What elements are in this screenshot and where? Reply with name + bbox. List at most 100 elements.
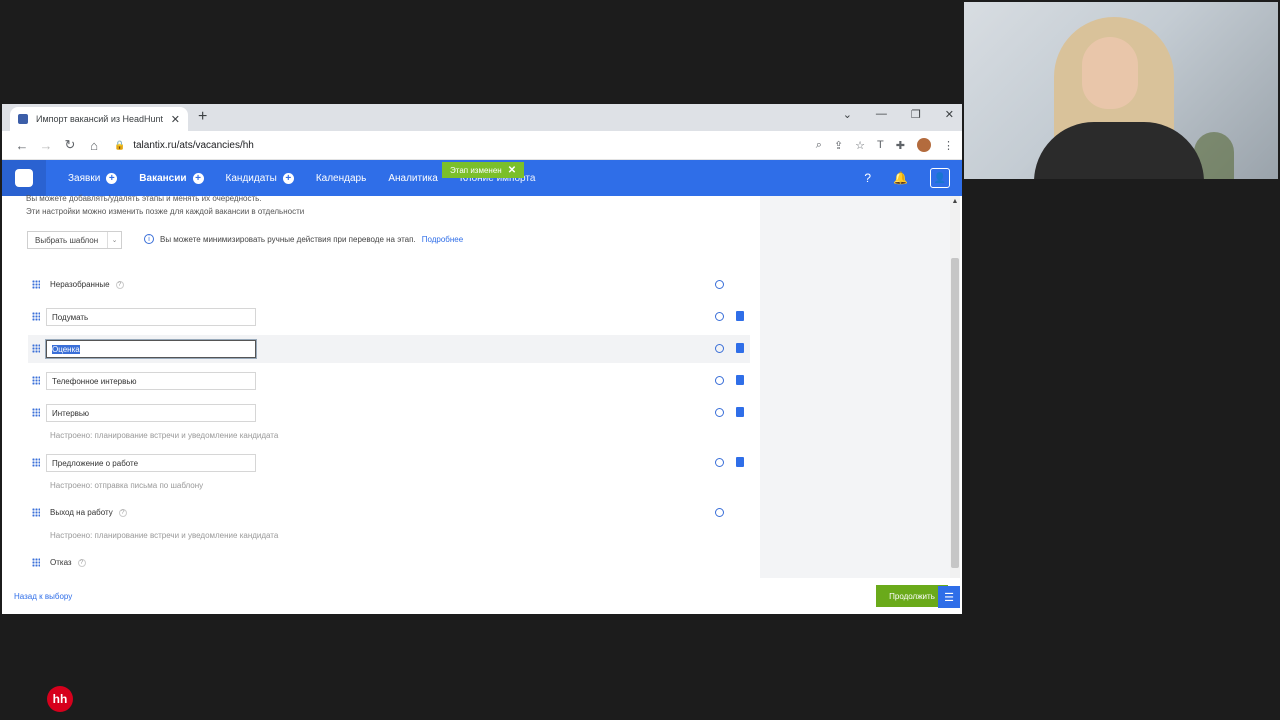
tab-bar: Импорт вакансий из HeadHunt ✕ + ⌄ — ❐ ✕ <box>2 104 962 131</box>
share-icon[interactable]: ⇪ <box>834 139 843 152</box>
extension-icons: ⌕ ⇪ ☆ T ✚ ⋮ <box>816 138 954 152</box>
plus-icon[interactable]: + <box>192 172 204 184</box>
lock-icon: 🔒 <box>114 139 126 150</box>
drag-handle-icon[interactable] <box>32 408 40 417</box>
help-icon[interactable]: ? <box>864 171 871 185</box>
info-hint: i Вы можете минимизировать ручные действ… <box>144 234 463 244</box>
stage-label: Неразобранные <box>50 280 110 289</box>
drag-handle-icon[interactable] <box>32 508 40 517</box>
selected-text: Оценка <box>52 344 80 354</box>
stage-configured-note: Настроено: планирование встречи и уведом… <box>50 431 279 440</box>
plus-icon[interactable]: + <box>282 172 294 184</box>
url-text: talantix.ru/ats/vacancies/hh <box>133 139 254 151</box>
help-question-icon[interactable]: ? <box>115 280 124 289</box>
screen: Импорт вакансий из HeadHunt ✕ + ⌄ — ❐ ✕ … <box>0 0 1280 720</box>
close-tab-icon[interactable]: ✕ <box>171 113 180 126</box>
drag-handle-icon[interactable] <box>32 312 40 321</box>
intro-text: Вы можете добавлять/удалять этапы и меня… <box>26 194 305 216</box>
zoom-icon[interactable]: ⌕ <box>816 139 822 152</box>
new-tab-button[interactable]: + <box>198 108 207 126</box>
profile-avatar[interactable] <box>917 138 931 152</box>
browser-tab[interactable]: Импорт вакансий из HeadHunt ✕ <box>10 107 188 131</box>
toast-notification: Этап изменен ✕ <box>442 162 525 178</box>
back-arrow-icon[interactable]: ← <box>10 138 34 153</box>
gear-icon[interactable] <box>715 344 724 353</box>
trash-icon[interactable] <box>736 407 744 417</box>
sliders-icon[interactable]: ☰ <box>938 586 960 608</box>
stage-row-think <box>28 303 750 331</box>
window-controls: ⌄ — ❐ ✕ <box>843 108 954 121</box>
talantix-favicon-icon <box>18 114 28 124</box>
stage-row-start-work: Выход на работу ? <box>28 499 750 527</box>
right-side-panel <box>760 196 950 578</box>
scrollbar-thumb[interactable] <box>951 258 959 568</box>
address-bar[interactable]: 🔒 talantix.ru/ats/vacancies/hh <box>114 140 816 151</box>
trash-icon[interactable] <box>736 311 744 321</box>
talantix-logo-icon[interactable] <box>2 160 46 196</box>
nav-candidates[interactable]: Кандидаты + <box>226 172 294 184</box>
stage-name-input[interactable] <box>46 404 256 422</box>
reload-icon[interactable]: ↻ <box>58 137 82 153</box>
drag-handle-icon[interactable] <box>32 458 40 467</box>
help-question-icon[interactable]: ? <box>118 508 127 517</box>
bell-icon[interactable]: 🔔 <box>893 171 908 185</box>
extension-t-icon[interactable]: T <box>877 139 884 151</box>
stage-row-phone-interview <box>28 367 750 395</box>
stage-row-job-offer <box>28 449 750 477</box>
webcam-video <box>964 2 1278 179</box>
plus-icon[interactable]: + <box>106 172 118 184</box>
user-profile-icon[interactable]: 👤 <box>930 168 950 188</box>
gear-icon[interactable] <box>715 280 724 289</box>
more-info-link[interactable]: Подробнее <box>422 235 464 244</box>
gear-icon[interactable] <box>715 508 724 517</box>
drag-handle-icon[interactable] <box>32 376 40 385</box>
bookmark-star-icon[interactable]: ☆ <box>855 139 865 152</box>
nav-calendar[interactable]: Календарь <box>316 173 366 184</box>
help-question-icon[interactable]: ? <box>77 558 86 567</box>
menu-dots-icon[interactable]: ⋮ <box>943 139 954 152</box>
nav-analytics[interactable]: Аналитика <box>388 173 438 184</box>
close-window-icon[interactable]: ✕ <box>945 108 954 121</box>
restore-icon[interactable]: ❐ <box>911 108 921 121</box>
tab-search-icon[interactable]: ⌄ <box>843 108 852 121</box>
stage-row-assessment: Оценка <box>28 335 750 363</box>
back-to-selection-link[interactable]: Назад к выбору <box>14 592 72 601</box>
toast-close-icon[interactable]: ✕ <box>508 165 516 176</box>
stage-row-interview <box>28 399 750 427</box>
stage-name-input[interactable] <box>46 454 256 472</box>
stage-label: Выход на работу <box>50 508 113 517</box>
trash-icon[interactable] <box>736 375 744 385</box>
stage-name-input[interactable] <box>46 308 256 326</box>
stage-row-unsorted: Неразобранные ? <box>28 271 750 299</box>
stage-name-input-focused[interactable]: Оценка <box>46 340 256 358</box>
drag-handle-icon[interactable] <box>32 558 40 567</box>
scroll-up-icon[interactable]: ▲ <box>950 198 960 205</box>
browser-toolbar: ← → ↻ ⌂ 🔒 talantix.ru/ats/vacancies/hh ⌕… <box>2 131 962 160</box>
template-select[interactable]: Выбрать шаблон ⌄ <box>27 231 122 249</box>
gear-icon[interactable] <box>715 408 724 417</box>
trash-icon[interactable] <box>736 343 744 353</box>
main-content: ▲ Вы можете добавлять/удалять этапы и ме… <box>2 194 962 614</box>
stage-label: Отказ <box>50 558 72 567</box>
gear-icon[interactable] <box>715 458 724 467</box>
header-actions: ? 🔔 👤 <box>864 168 950 188</box>
presenter-face <box>1082 37 1138 109</box>
browser-window: Импорт вакансий из HeadHunt ✕ + ⌄ — ❐ ✕ … <box>2 104 962 614</box>
app-header: Заявки + Вакансии + Кандидаты + Календарь А… <box>2 160 962 196</box>
forward-arrow-icon[interactable]: → <box>34 138 58 153</box>
puzzle-icon[interactable]: ✚ <box>896 139 905 152</box>
trash-icon[interactable] <box>736 457 744 467</box>
stage-name-input[interactable] <box>46 372 256 390</box>
drag-handle-icon[interactable] <box>32 344 40 353</box>
toast-text: Этап изменен <box>450 165 502 175</box>
gear-icon[interactable] <box>715 376 724 385</box>
nav-vacancies[interactable]: Вакансии + <box>139 172 204 184</box>
gear-icon[interactable] <box>715 312 724 321</box>
drag-handle-icon[interactable] <box>32 280 40 289</box>
stage-row-rejection: Отказ ? <box>28 549 750 577</box>
nav-requests[interactable]: Заявки + <box>68 172 118 184</box>
home-icon[interactable]: ⌂ <box>82 138 106 153</box>
chevron-down-icon: ⌄ <box>107 232 121 248</box>
minimize-icon[interactable]: — <box>876 108 887 121</box>
hh-logo-icon: hh <box>47 686 73 712</box>
